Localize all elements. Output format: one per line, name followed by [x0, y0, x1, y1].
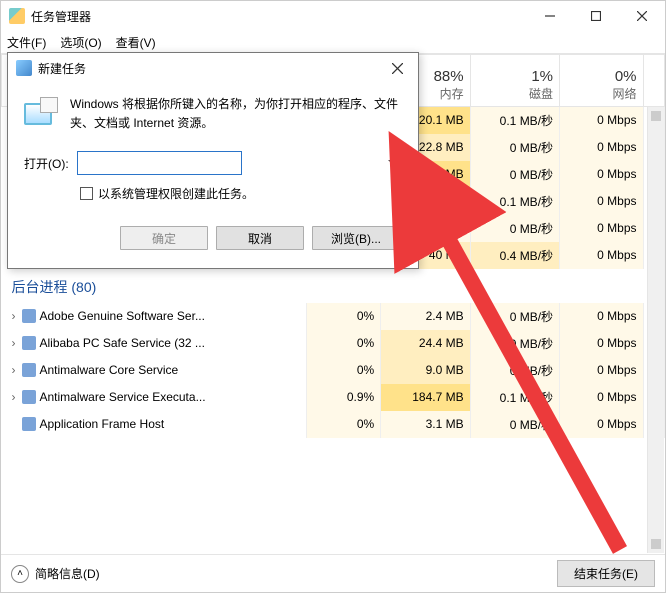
minimize-button[interactable] [527, 1, 573, 31]
table-row[interactable]: ›Adobe Genuine Software Ser... 0% 2.4 MB… [2, 303, 665, 330]
cancel-button[interactable]: 取消 [216, 226, 304, 250]
menu-options[interactable]: 选项(O) [60, 34, 101, 51]
process-icon [22, 309, 36, 323]
dialog-title: 新建任务 [38, 60, 86, 77]
ok-button[interactable]: 确定 [120, 226, 208, 250]
open-label: 打开(O): [24, 155, 69, 172]
run-icon [24, 97, 58, 125]
end-task-button[interactable]: 结束任务(E) [557, 560, 655, 587]
main-titlebar[interactable]: 任务管理器 [1, 1, 665, 31]
table-row[interactable]: ›Alibaba PC Safe Service (32 ... 0% 24.4… [2, 330, 665, 357]
process-icon [22, 417, 36, 431]
menu-file[interactable]: 文件(F) [7, 34, 46, 51]
open-input[interactable] [77, 151, 242, 175]
dialog-description: Windows 将根据你所键入的名称，为你打开相应的程序、文件夹、文档或 Int… [70, 95, 402, 133]
run-dialog-icon [16, 60, 32, 76]
close-button[interactable] [619, 1, 665, 31]
footer: ˄ 简略信息(D) 结束任务(E) [1, 554, 665, 592]
process-icon [22, 336, 36, 350]
taskmgr-icon [9, 8, 25, 24]
process-icon [22, 363, 36, 377]
admin-label: 以系统管理权限创建此任务。 [98, 185, 254, 202]
table-row[interactable]: ›Antimalware Service Executa... 0.9% 184… [2, 384, 665, 411]
admin-checkbox[interactable] [80, 187, 93, 200]
dialog-close-button[interactable] [376, 53, 418, 83]
section-header: 后台进程 (80) [2, 269, 665, 303]
maximize-button[interactable] [573, 1, 619, 31]
col-network[interactable]: 0%网络 [560, 55, 643, 107]
vertical-scrollbar[interactable] [647, 107, 664, 553]
browse-button[interactable]: 浏览(B)... [312, 226, 400, 250]
dialog-titlebar[interactable]: 新建任务 [8, 53, 418, 83]
table-row[interactable]: ›Antimalware Core Service 0% 9.0 MB 0 MB… [2, 357, 665, 384]
table-row[interactable]: Application Frame Host 0% 3.1 MB 0 MB/秒 … [2, 411, 665, 438]
menu-view[interactable]: 查看(V) [116, 34, 156, 51]
process-icon [22, 390, 36, 404]
brief-info-link[interactable]: 简略信息(D) [35, 565, 100, 582]
menubar: 文件(F) 选项(O) 查看(V) [1, 31, 665, 53]
window-title: 任务管理器 [31, 8, 91, 25]
new-task-dialog: 新建任务 Windows 将根据你所键入的名称，为你打开相应的程序、文件夹、文档… [7, 52, 419, 269]
col-disk[interactable]: 1%磁盘 [470, 55, 559, 107]
brief-toggle-icon[interactable]: ˄ [11, 565, 29, 583]
